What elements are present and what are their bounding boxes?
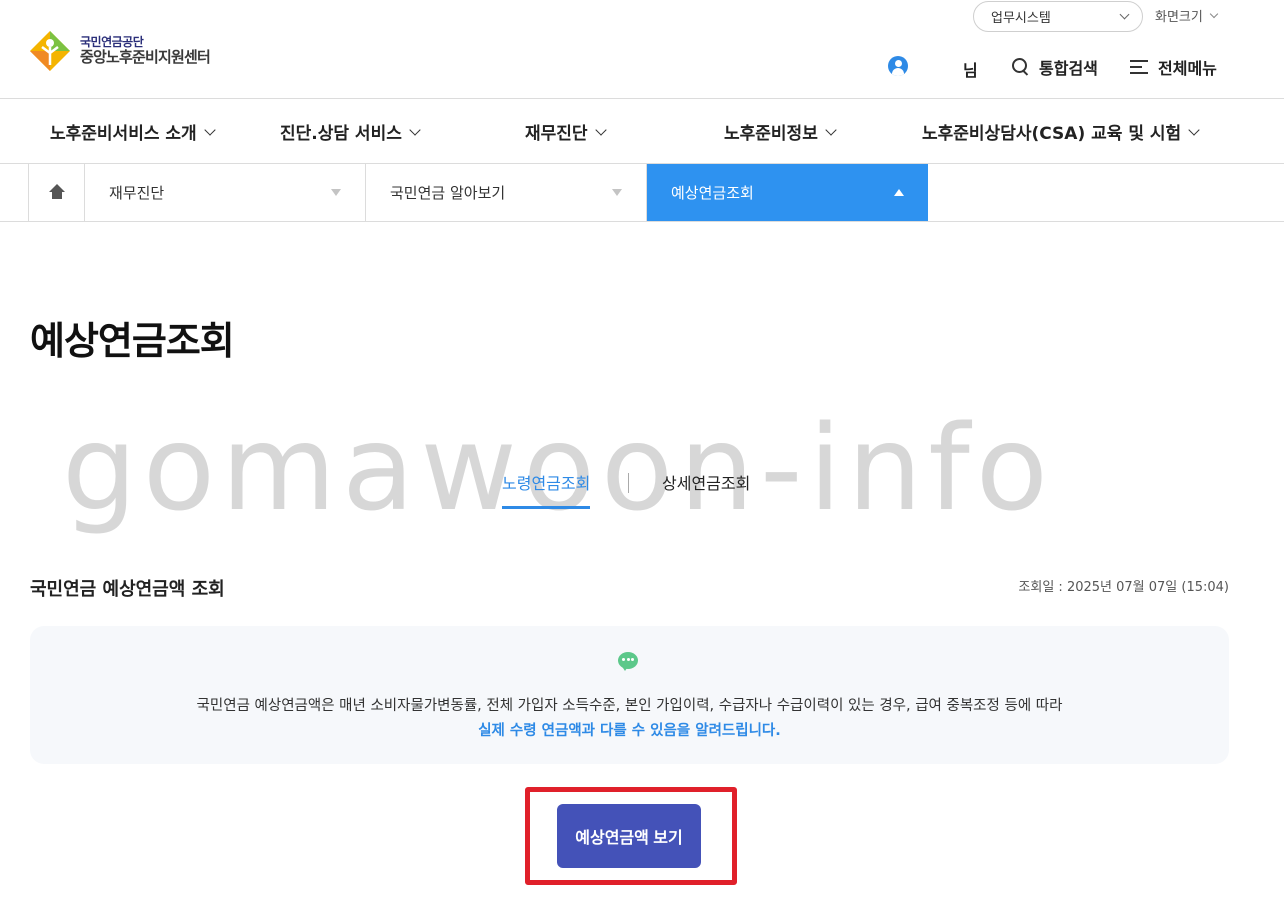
location-depth2-label: 국민연금 알아보기 [390,184,506,202]
tab-divider [628,473,629,493]
notice-box: 국민연금 예상연금액은 매년 소비자물가변동률, 전체 가입자 소득수준, 본인… [30,626,1229,764]
logo[interactable]: 국민연금공단 중앙노후준비지원센터 [28,28,258,74]
page-title: 예상연금조회 [30,319,235,363]
chevron-down-icon [594,123,607,136]
chat-bubble-icon [618,652,638,672]
search-icon [1012,58,1030,76]
notice-text: 국민연금 예상연금액은 매년 소비자물가변동률, 전체 가입자 소득수준, 본인… [196,698,1063,714]
screen-size-label: 화면크기 [1155,10,1203,25]
screen-size-button[interactable]: 화면크기 [1155,6,1219,25]
hamburger-menu-icon [1130,59,1148,75]
search-label: 통합검색 [1039,59,1098,78]
gnb-item-retirement-info[interactable]: 노후준비정보 [724,119,837,144]
location-depth3-label: 예상연금조회 [671,184,754,202]
all-menu-button[interactable]: 전체메뉴 [1130,55,1217,79]
all-menu-label: 전체메뉴 [1158,59,1217,78]
logo-text: 국민연금공단 중앙노후준비지원센터 [80,35,211,67]
chevron-down-icon [1119,9,1130,20]
tab-detailed-pension[interactable]: 상세연금조회 [662,470,750,494]
location-depth1-label: 재무진단 [109,184,165,202]
chevron-down-icon [1188,123,1200,136]
caret-down-icon [331,189,341,196]
home-icon [48,184,66,200]
page: 국민연금공단 중앙노후준비지원센터 업무시스템 화면크기 님 통합검색 전체메뉴… [0,0,1284,897]
system-select[interactable]: 업무시스템 [973,1,1143,32]
caret-down-icon [612,189,622,196]
gnb-item-csa-education[interactable]: 노후준비상담사(CSA) 교육 및 시험 [922,119,1200,144]
logo-center-name: 중앙노후준비지원센터 [80,48,211,67]
gnb-item-diagnosis-consult[interactable]: 진단.상담 서비스 [280,119,421,144]
caret-up-icon [894,189,904,196]
view-expected-pension-button[interactable]: 예상연금액 보기 [557,804,701,868]
notice-emphasis: 실제 수령 연금액과 다를 수 있음을 알려드립니다. [478,723,781,739]
user-icon[interactable] [888,56,908,76]
gnb-item-service-intro[interactable]: 노후준비서비스 소개 [50,119,216,144]
inquiry-date: 조회일 : 2025년 07월 07일 (15:04) [1018,580,1229,595]
home-button[interactable] [28,164,85,221]
gnb-label: 노후준비상담사(CSA) 교육 및 시험 [922,124,1182,144]
chevron-down-icon [204,123,216,136]
user-name-suffix: 님 [963,61,978,80]
chevron-down-icon [1209,9,1219,18]
gnb-label: 노후준비정보 [724,124,818,144]
integrated-search-button[interactable]: 통합검색 [1012,55,1098,79]
system-select-label: 업무시스템 [991,11,1051,26]
location-bar: 재무진단 국민연금 알아보기 예상연금조회 [0,164,1284,222]
gnb-label: 재무진단 [525,124,588,144]
main-navigation: 노후준비서비스 소개 진단.상담 서비스 재무진단 노후준비정보 노후준비상담사… [0,99,1284,163]
tab-old-age-pension[interactable]: 노령연금조회 [502,470,591,509]
section-title: 국민연금 예상연금액 조회 [30,579,225,600]
logo-emblem-icon [30,31,70,71]
chevron-down-icon [825,123,837,136]
gnb-item-financial-diagnosis[interactable]: 재무진단 [525,119,607,144]
gnb-label: 진단.상담 서비스 [280,124,402,144]
watermark: gomawoon-info [62,399,1054,537]
chevron-down-icon [409,123,421,136]
location-depth2-select[interactable]: 국민연금 알아보기 [366,164,647,221]
gnb-label: 노후준비서비스 소개 [50,124,197,144]
location-depth1-select[interactable]: 재무진단 [85,164,366,221]
location-depth3-select[interactable]: 예상연금조회 [647,164,928,221]
